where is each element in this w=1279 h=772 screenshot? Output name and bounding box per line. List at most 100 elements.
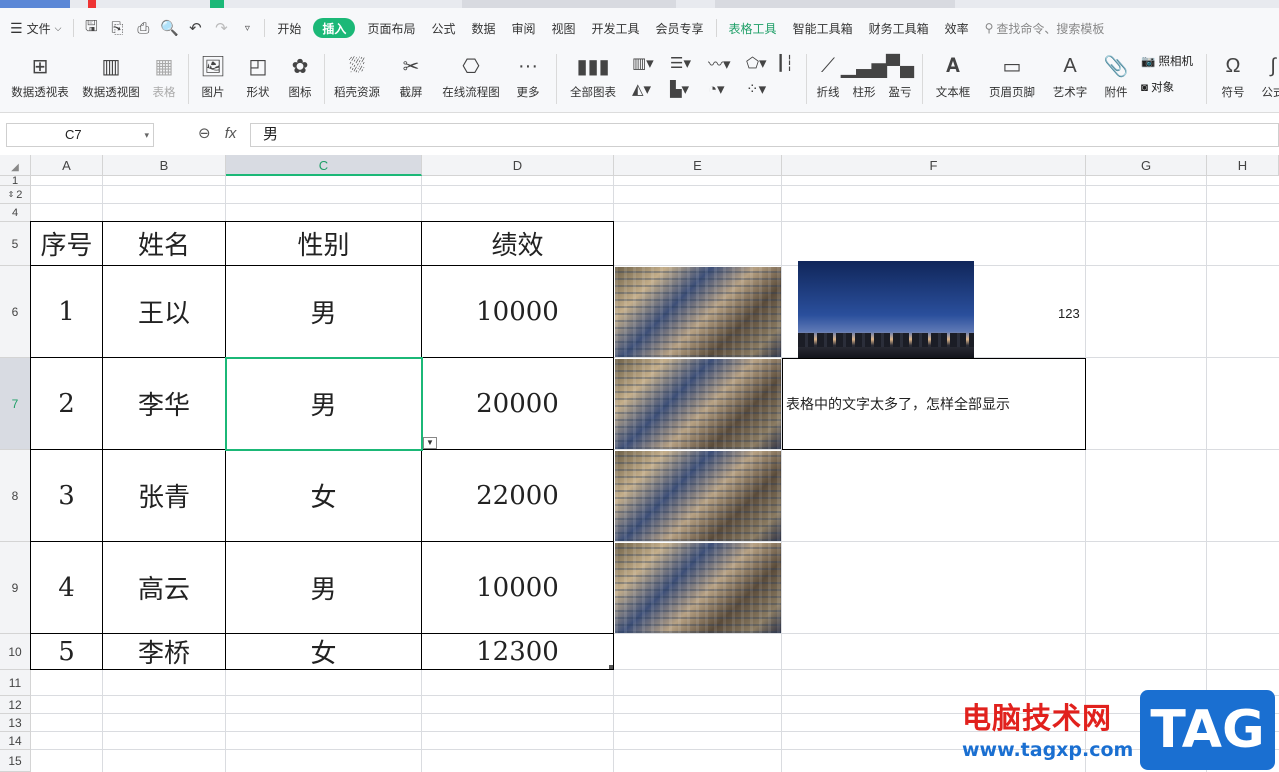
print-preview-icon[interactable]: 🔍: [156, 8, 182, 48]
column-header-g[interactable]: G: [1086, 155, 1207, 176]
header-footer-button[interactable]: ▭ 页眉页脚: [986, 50, 1038, 100]
tab-insert[interactable]: 插入: [313, 18, 356, 38]
tab-formula[interactable]: 公式: [423, 8, 463, 48]
cell-f6-value[interactable]: 123: [1058, 306, 1080, 321]
tab-page-layout[interactable]: 页面布局: [359, 8, 423, 48]
area-chart-icon[interactable]: ◭▾: [632, 79, 670, 99]
column-header-h[interactable]: H: [1207, 155, 1279, 176]
column-header-a[interactable]: A: [31, 155, 103, 176]
cityscape-image[interactable]: [615, 359, 781, 449]
tab-home[interactable]: 开始: [269, 8, 309, 48]
print-icon[interactable]: ⎙: [130, 8, 156, 48]
header-cell-performance[interactable]: 绩效: [422, 222, 613, 265]
overflow-text-box[interactable]: 表格中的文字太多了，怎样全部显示: [782, 358, 1086, 450]
sparkline-line-button[interactable]: ⟋ 折线: [813, 50, 843, 100]
header-cell-gender[interactable]: 性别: [226, 222, 421, 265]
cityscape-image[interactable]: [615, 267, 781, 357]
undo-icon[interactable]: ↶: [182, 8, 208, 48]
table-cell[interactable]: 10000: [422, 542, 613, 633]
row-header-13[interactable]: 13: [0, 714, 31, 732]
tab-review[interactable]: 审阅: [503, 8, 543, 48]
cityscape-image[interactable]: [615, 451, 781, 541]
table-cell[interactable]: 3: [31, 450, 102, 541]
table-cell[interactable]: 1: [31, 266, 102, 357]
row-header-11[interactable]: 11: [0, 670, 31, 696]
header-cell-name[interactable]: 姓名: [103, 222, 225, 265]
picture-button[interactable]: 🖼 图片: [195, 50, 231, 100]
row-header-1[interactable]: 1: [0, 175, 31, 187]
name-box[interactable]: C7 ▾: [6, 123, 154, 147]
column-header-e[interactable]: E: [614, 155, 782, 176]
select-all-corner[interactable]: ◢: [0, 155, 31, 176]
command-search[interactable]: ⚲ 查找命令、搜索模板: [977, 8, 1113, 48]
fx-icon[interactable]: fx: [225, 125, 237, 142]
online-flowchart-button[interactable]: ⎔ 在线流程图: [440, 50, 502, 100]
tab-member[interactable]: 会员专享: [648, 8, 712, 48]
sparkline-winloss-button[interactable]: ▀▄ 盈亏: [885, 50, 915, 100]
tab-smart-toolbox[interactable]: 智能工具箱: [785, 8, 861, 48]
column-header-b[interactable]: B: [103, 155, 226, 176]
table-cell[interactable]: 10000: [422, 266, 613, 357]
line-chart-icon[interactable]: 〰▾: [708, 53, 746, 73]
row-header-7[interactable]: 7: [0, 358, 31, 450]
customize-icon[interactable]: ▿: [234, 8, 260, 48]
table-cell[interactable]: 2: [31, 358, 102, 449]
row-header-12[interactable]: 12: [0, 696, 31, 714]
bar-chart-horizontal-icon[interactable]: ☰▾: [670, 53, 708, 73]
header-cell-no[interactable]: 序号: [31, 222, 102, 265]
row-header-10[interactable]: 10: [0, 634, 31, 670]
spreadsheet-grid[interactable]: ◢ A B C D E F G H 1 ⇕ 2 4 5 6 7 8 9 10 1…: [0, 155, 1279, 772]
pie-chart-icon[interactable]: ◔▾: [708, 79, 746, 99]
formula-button[interactable]: ∫ 公式: [1258, 50, 1279, 100]
attachment-button[interactable]: 📎 附件: [1100, 50, 1132, 100]
row-header-5[interactable]: 5: [0, 222, 31, 266]
row-header-4[interactable]: 4: [0, 204, 31, 222]
table-cell[interactable]: 李桥: [103, 634, 225, 669]
tab-efficiency[interactable]: 效率: [937, 8, 977, 48]
pivot-table-button[interactable]: ⊞ 数据透视表: [8, 50, 72, 100]
table-cell[interactable]: 5: [31, 634, 102, 669]
tab-developer[interactable]: 开发工具: [584, 8, 648, 48]
table-cell[interactable]: 女: [226, 634, 421, 669]
all-charts-button[interactable]: ▮▮▮ 全部图表: [563, 50, 623, 100]
scatter-chart-icon[interactable]: ⁘▾: [746, 79, 784, 99]
formula-input[interactable]: 男: [250, 123, 1279, 147]
file-menu[interactable]: ☰ 文件 ⌵: [0, 8, 69, 48]
export-icon[interactable]: ⎘: [104, 8, 130, 48]
tab-finance-toolbox[interactable]: 财务工具箱: [861, 8, 937, 48]
combo-chart-icon[interactable]: ▙▾: [670, 79, 708, 99]
table-cell[interactable]: 12300: [422, 634, 613, 669]
table-button[interactable]: ▦ 表格: [148, 50, 180, 100]
cityscape-image[interactable]: [615, 543, 781, 633]
fill-handle[interactable]: [609, 665, 613, 669]
tab-table-tools[interactable]: 表格工具: [721, 8, 785, 48]
save-icon[interactable]: 🖫: [78, 8, 104, 48]
night-skyline-image[interactable]: [798, 261, 974, 359]
zoom-formula-icon[interactable]: ⊖: [198, 125, 211, 142]
table-cell[interactable]: 高云: [103, 542, 225, 633]
docer-resources-button[interactable]: ⛆ 稻壳资源: [331, 50, 383, 100]
shape-button[interactable]: ◰ 形状: [240, 50, 276, 100]
column-chart-icon[interactable]: ▥▾: [632, 53, 670, 73]
more-button[interactable]: ··· 更多: [510, 50, 546, 100]
wordart-button[interactable]: A 艺术字: [1046, 50, 1094, 100]
row-header-8[interactable]: 8: [0, 450, 31, 542]
column-header-f[interactable]: F: [782, 155, 1086, 176]
row-header-9[interactable]: 9: [0, 542, 31, 634]
symbol-button[interactable]: Ω 符号: [1213, 50, 1253, 100]
table-cell[interactable]: 男: [226, 266, 421, 357]
table-cell[interactable]: 女: [226, 450, 421, 541]
table-cell[interactable]: 王以: [103, 266, 225, 357]
table-cell[interactable]: 李华: [103, 358, 225, 449]
table-cell[interactable]: 22000: [422, 450, 613, 541]
column-header-c[interactable]: C: [226, 155, 422, 176]
sparkline-column-button[interactable]: ▁▃▅ 柱形: [841, 50, 887, 100]
icon-button[interactable]: ✿ 图标: [284, 50, 316, 100]
camera-button[interactable]: 📷 照相机: [1141, 53, 1193, 69]
table-cell[interactable]: 20000: [422, 358, 613, 449]
stock-chart-button[interactable]: ┃┆: [770, 53, 800, 73]
cell-dropdown-button[interactable]: ▼: [423, 437, 437, 449]
table-cell[interactable]: 男: [226, 542, 421, 633]
table-cell[interactable]: 张青: [103, 450, 225, 541]
tab-data[interactable]: 数据: [463, 8, 503, 48]
